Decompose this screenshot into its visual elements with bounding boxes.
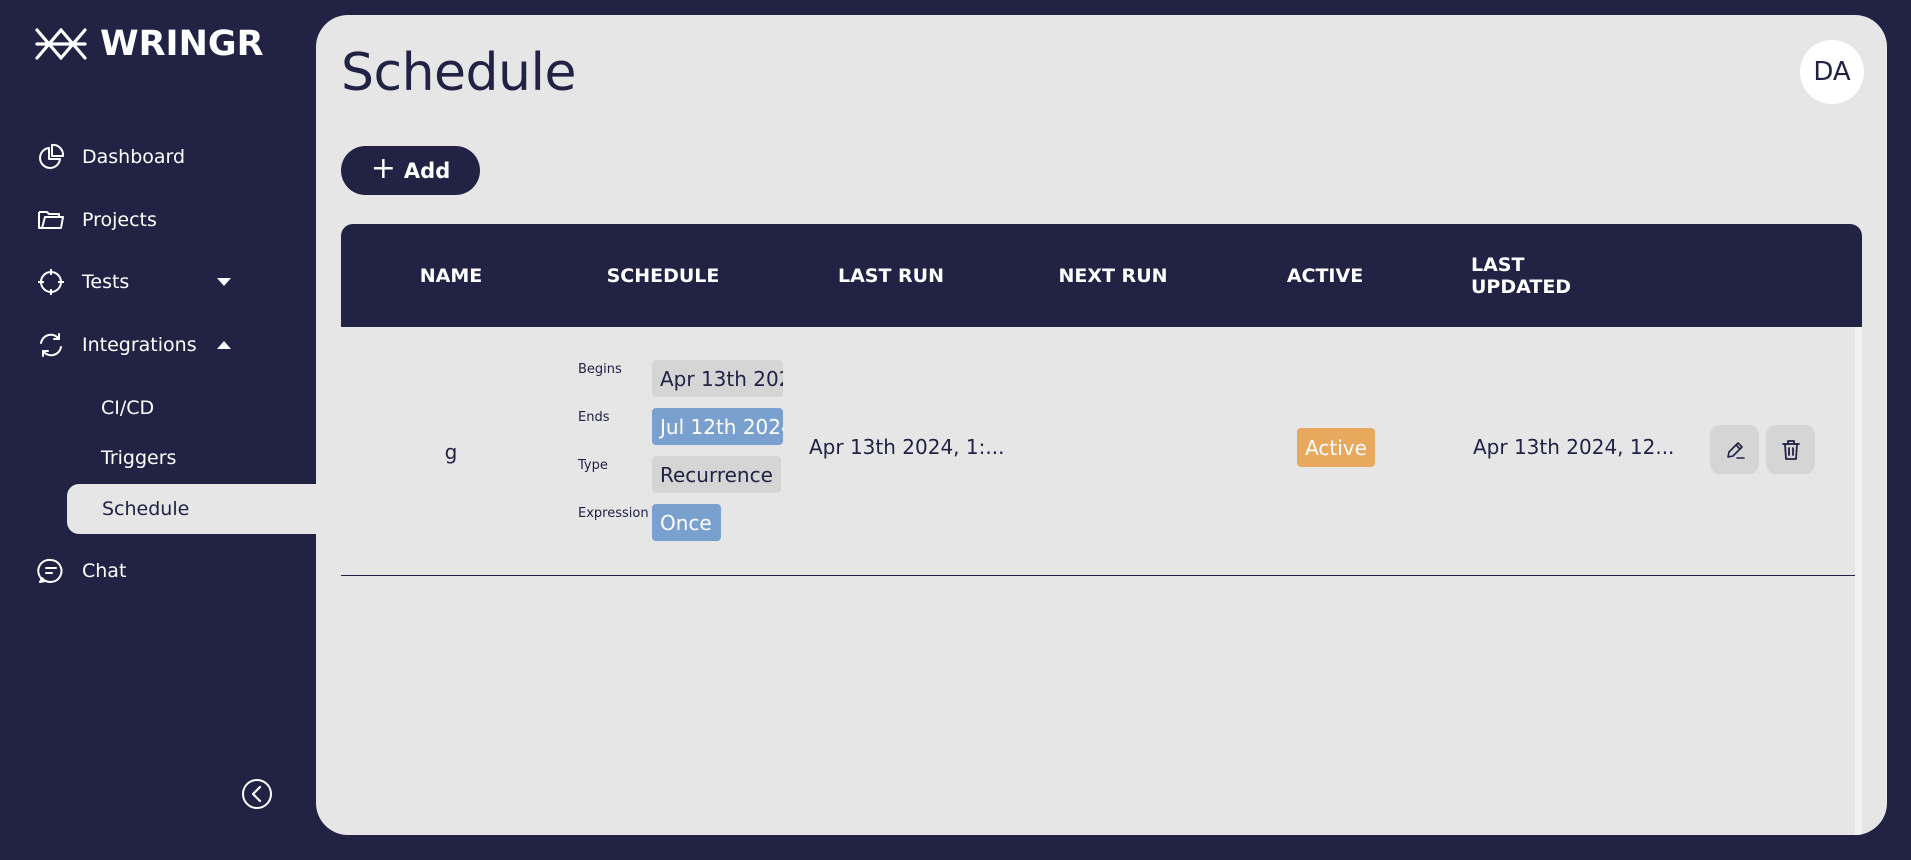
sidebar-item-label: Integrations — [82, 334, 197, 356]
cell-last-run: Apr 13th 2024, 1:... — [809, 435, 1005, 459]
refresh-icon — [36, 330, 66, 360]
collapse-sidebar-icon[interactable] — [241, 778, 273, 810]
status-badge: Active — [1297, 428, 1375, 467]
chevron-down-icon[interactable] — [216, 277, 232, 287]
ends-value: Jul 12th 2024 — [652, 408, 783, 445]
sidebar-item-label: Schedule — [102, 498, 190, 520]
sidebar-item-label: Dashboard — [82, 146, 186, 168]
sidebar-item-label: Projects — [82, 209, 157, 231]
table-header: NAME SCHEDULE LAST RUN NEXT RUN ACTIVE L… — [341, 224, 1862, 327]
folder-icon — [36, 205, 66, 235]
add-button-label: Add — [403, 158, 451, 183]
delete-button[interactable] — [1766, 425, 1815, 474]
chat-icon — [36, 556, 66, 586]
column-header-next-run[interactable]: NEXT RUN — [1053, 224, 1173, 327]
column-header-last-run[interactable]: LAST RUN — [831, 224, 951, 327]
chevron-up-icon[interactable] — [216, 340, 232, 350]
table-row[interactable]: g Begins Apr 13th 2024 Ends Jul 12th 202… — [341, 327, 1856, 576]
sidebar-subitem-triggers[interactable]: Triggers — [101, 447, 176, 469]
type-label: Type — [578, 458, 608, 473]
sidebar-subitem-cicd[interactable]: CI/CD — [101, 397, 154, 419]
column-header-last-updated[interactable]: LAST UPDATED — [1471, 224, 1631, 327]
edit-button[interactable] — [1710, 425, 1759, 474]
cell-last-updated: Apr 13th 2024, 12... — [1473, 435, 1675, 459]
schedule-table: NAME SCHEDULE LAST RUN NEXT RUN ACTIVE L… — [341, 224, 1862, 835]
pie-chart-icon — [36, 142, 66, 172]
sidebar-item-projects[interactable]: Projects — [36, 205, 157, 235]
cell-name: g — [444, 439, 458, 464]
begins-value: Apr 13th 2024 — [652, 360, 783, 397]
app-logo[interactable]: WRINGR — [34, 24, 264, 64]
sidebar-item-label: Tests — [82, 271, 130, 293]
begins-label: Begins — [578, 362, 622, 377]
app-name: WRINGR — [100, 24, 264, 64]
ends-label: Ends — [578, 410, 610, 425]
sidebar-item-integrations[interactable]: Integrations — [36, 330, 231, 360]
pencil-icon — [1726, 441, 1745, 459]
table-scrollbar[interactable] — [1855, 327, 1862, 835]
expression-label: Expression — [578, 506, 649, 521]
crosshair-icon — [36, 267, 66, 297]
logo-mark-icon — [35, 28, 87, 60]
expression-value: Once — [652, 504, 721, 541]
main-panel: Schedule DA + Add NAME SCHEDULE LAST RUN… — [316, 15, 1887, 835]
page-title: Schedule — [341, 43, 576, 103]
sidebar: WRINGR Dashboard Projects Tests Integrat… — [0, 0, 316, 860]
sidebar-item-dashboard[interactable]: Dashboard — [36, 142, 185, 172]
sidebar-item-tests[interactable]: Tests — [36, 267, 231, 297]
type-value: Recurrence — [652, 456, 781, 493]
plus-icon: + — [370, 151, 396, 186]
column-header-active[interactable]: ACTIVE — [1275, 224, 1375, 327]
add-schedule-button[interactable]: + Add — [341, 146, 480, 195]
sidebar-item-chat[interactable]: Chat — [36, 556, 126, 586]
trash-icon — [1781, 439, 1800, 460]
sidebar-item-label: Chat — [82, 560, 127, 582]
avatar[interactable]: DA — [1800, 40, 1864, 104]
sidebar-subitem-schedule[interactable]: Schedule — [67, 484, 316, 534]
column-header-name[interactable]: NAME — [401, 224, 501, 327]
column-header-schedule[interactable]: SCHEDULE — [603, 224, 723, 327]
